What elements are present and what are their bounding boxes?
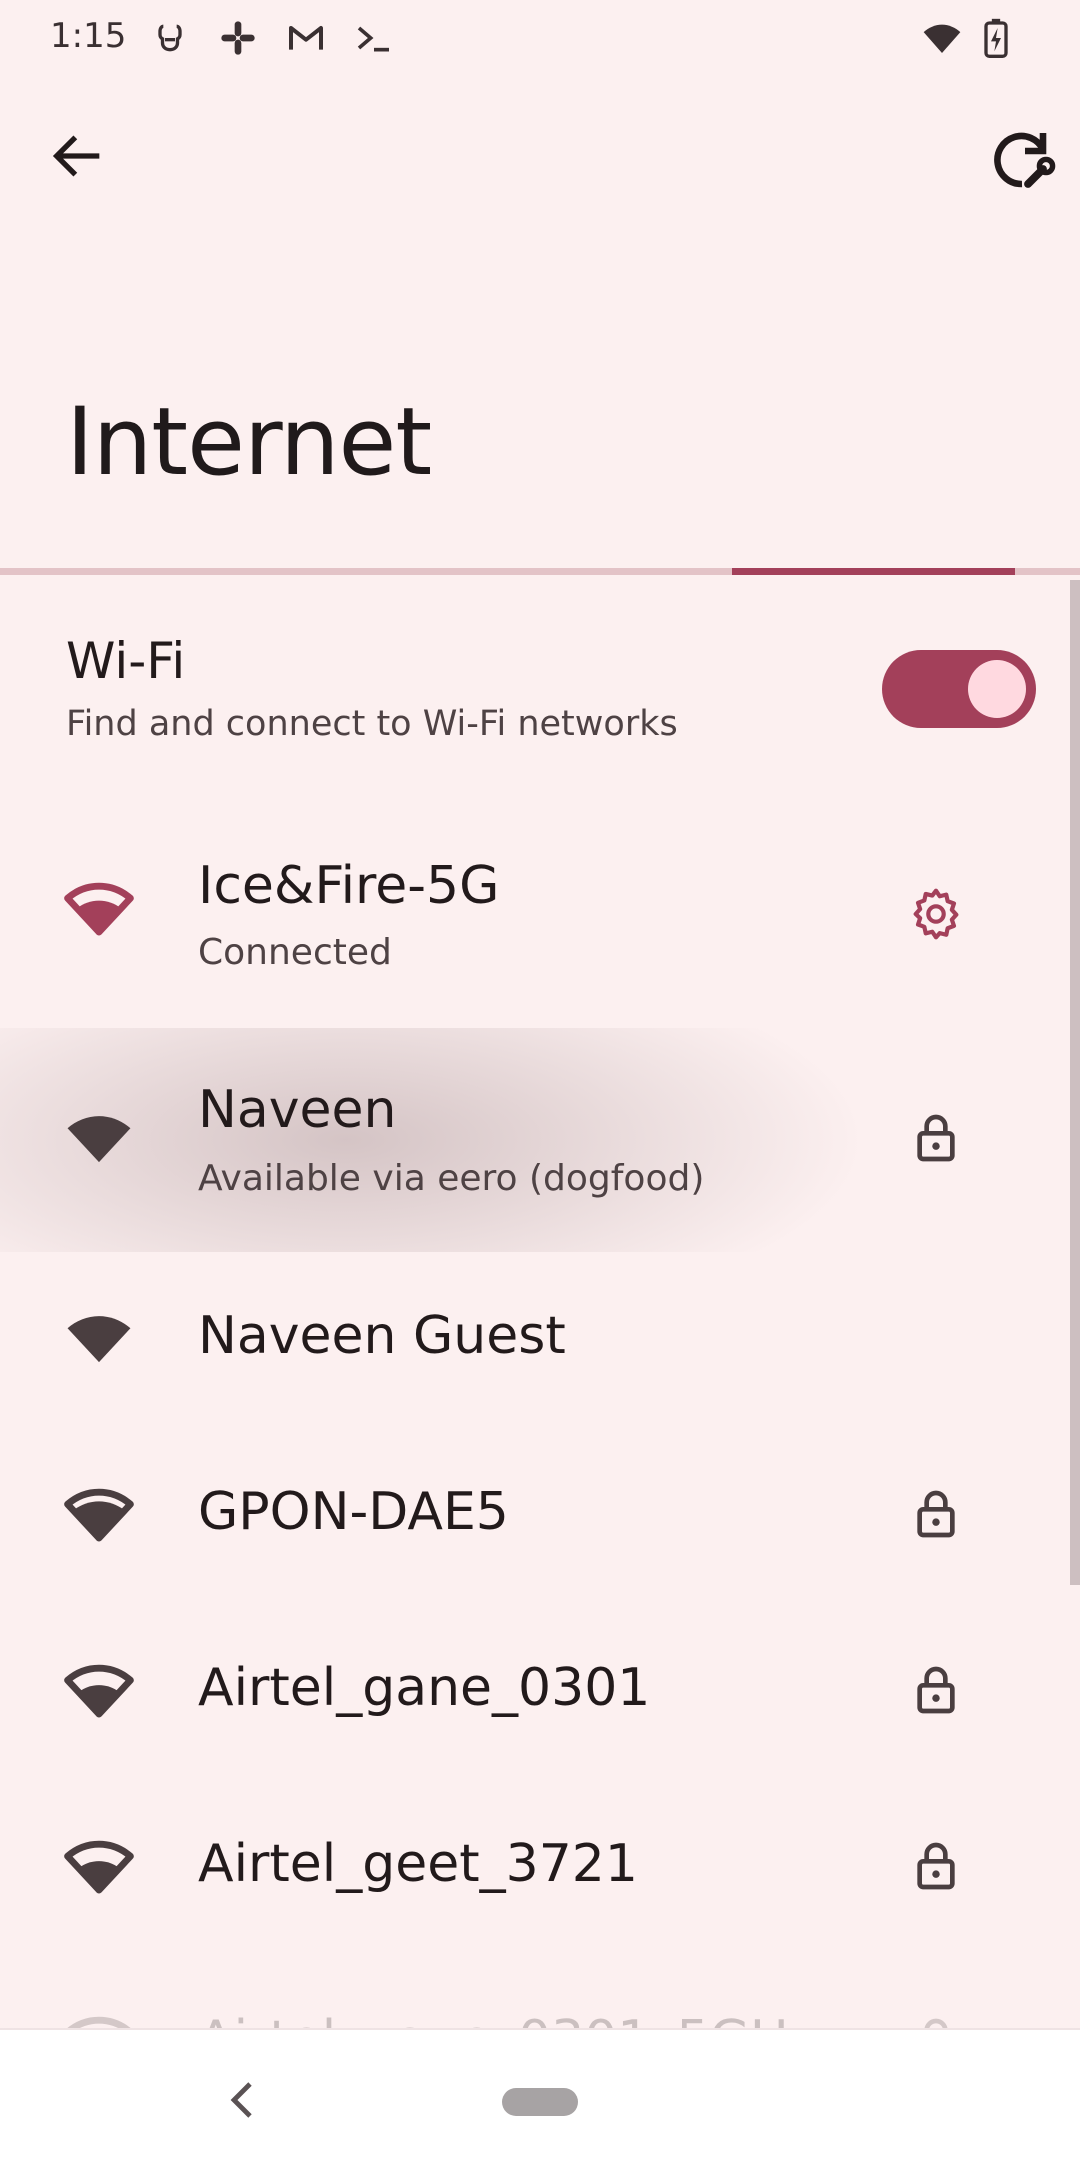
network-row[interactable]: Naveen Guest	[0, 1252, 1080, 1427]
lock-icon	[917, 1490, 955, 1538]
octocat-icon	[158, 24, 182, 52]
nav-back-icon[interactable]	[226, 2078, 256, 2122]
wifi-toggle[interactable]	[882, 650, 1036, 728]
wifi-signal-icon	[67, 1316, 131, 1363]
network-row[interactable]: Airtel_gane_0301	[0, 1604, 1080, 1779]
gmail-icon	[289, 26, 323, 50]
back-button[interactable]	[46, 124, 110, 188]
lock-icon	[917, 1666, 955, 1714]
wifi-signal-icon	[64, 1488, 134, 1542]
network-name: Naveen	[198, 1080, 397, 1140]
status-bar: 1:15	[0, 0, 1080, 80]
battery-charging-icon	[984, 18, 1008, 58]
gear-icon[interactable]	[908, 886, 964, 942]
network-name: Ice&Fire-5G	[198, 856, 500, 916]
network-row[interactable]: Naveen Available via eero (dogfood)	[0, 1028, 1080, 1252]
network-name: Airtel_geet_3721	[198, 1834, 638, 1894]
network-name: Airtel_gane_0301	[198, 1658, 651, 1718]
nav-home-pill[interactable]	[502, 2088, 578, 2116]
wifi-subtitle: Find and connect to Wi-Fi networks	[66, 704, 678, 744]
system-nav-bar	[0, 2028, 1080, 2162]
network-name: GPON-DAE5	[198, 1482, 509, 1542]
network-status: Available via eero (dogfood)	[198, 1158, 705, 1199]
wifi-signal-icon	[64, 882, 134, 936]
wifi-signal-icon	[67, 1116, 131, 1163]
network-row[interactable]: GPON-DAE5	[0, 1428, 1080, 1603]
terminal-icon	[357, 26, 389, 52]
network-row[interactable]: Airtel_geet_3721	[0, 1780, 1080, 1955]
wifi-title: Wi-Fi	[66, 632, 186, 690]
wifi-toggle-thumb	[968, 660, 1026, 718]
network-name: Naveen Guest	[198, 1306, 566, 1366]
network-reset-button[interactable]	[986, 124, 1058, 196]
status-time: 1:15	[50, 16, 127, 56]
scan-progress-indicator	[731, 568, 1015, 575]
lock-icon	[917, 1114, 955, 1162]
lock-icon	[917, 1842, 955, 1890]
arrow-back-icon	[52, 135, 100, 177]
page-title: Internet	[66, 388, 432, 497]
slack-icon	[221, 21, 255, 55]
network-row[interactable]: Ice&Fire-5G Connected	[0, 828, 1080, 1003]
wifi-toggle-row[interactable]: Wi-Fi Find and connect to Wi-Fi networks	[0, 600, 1080, 780]
network-status: Connected	[198, 932, 392, 973]
wifi-signal-icon	[64, 1664, 134, 1718]
wifi-icon	[923, 24, 961, 53]
refresh-wrench-icon	[994, 132, 1056, 188]
wifi-signal-icon	[64, 1840, 134, 1894]
